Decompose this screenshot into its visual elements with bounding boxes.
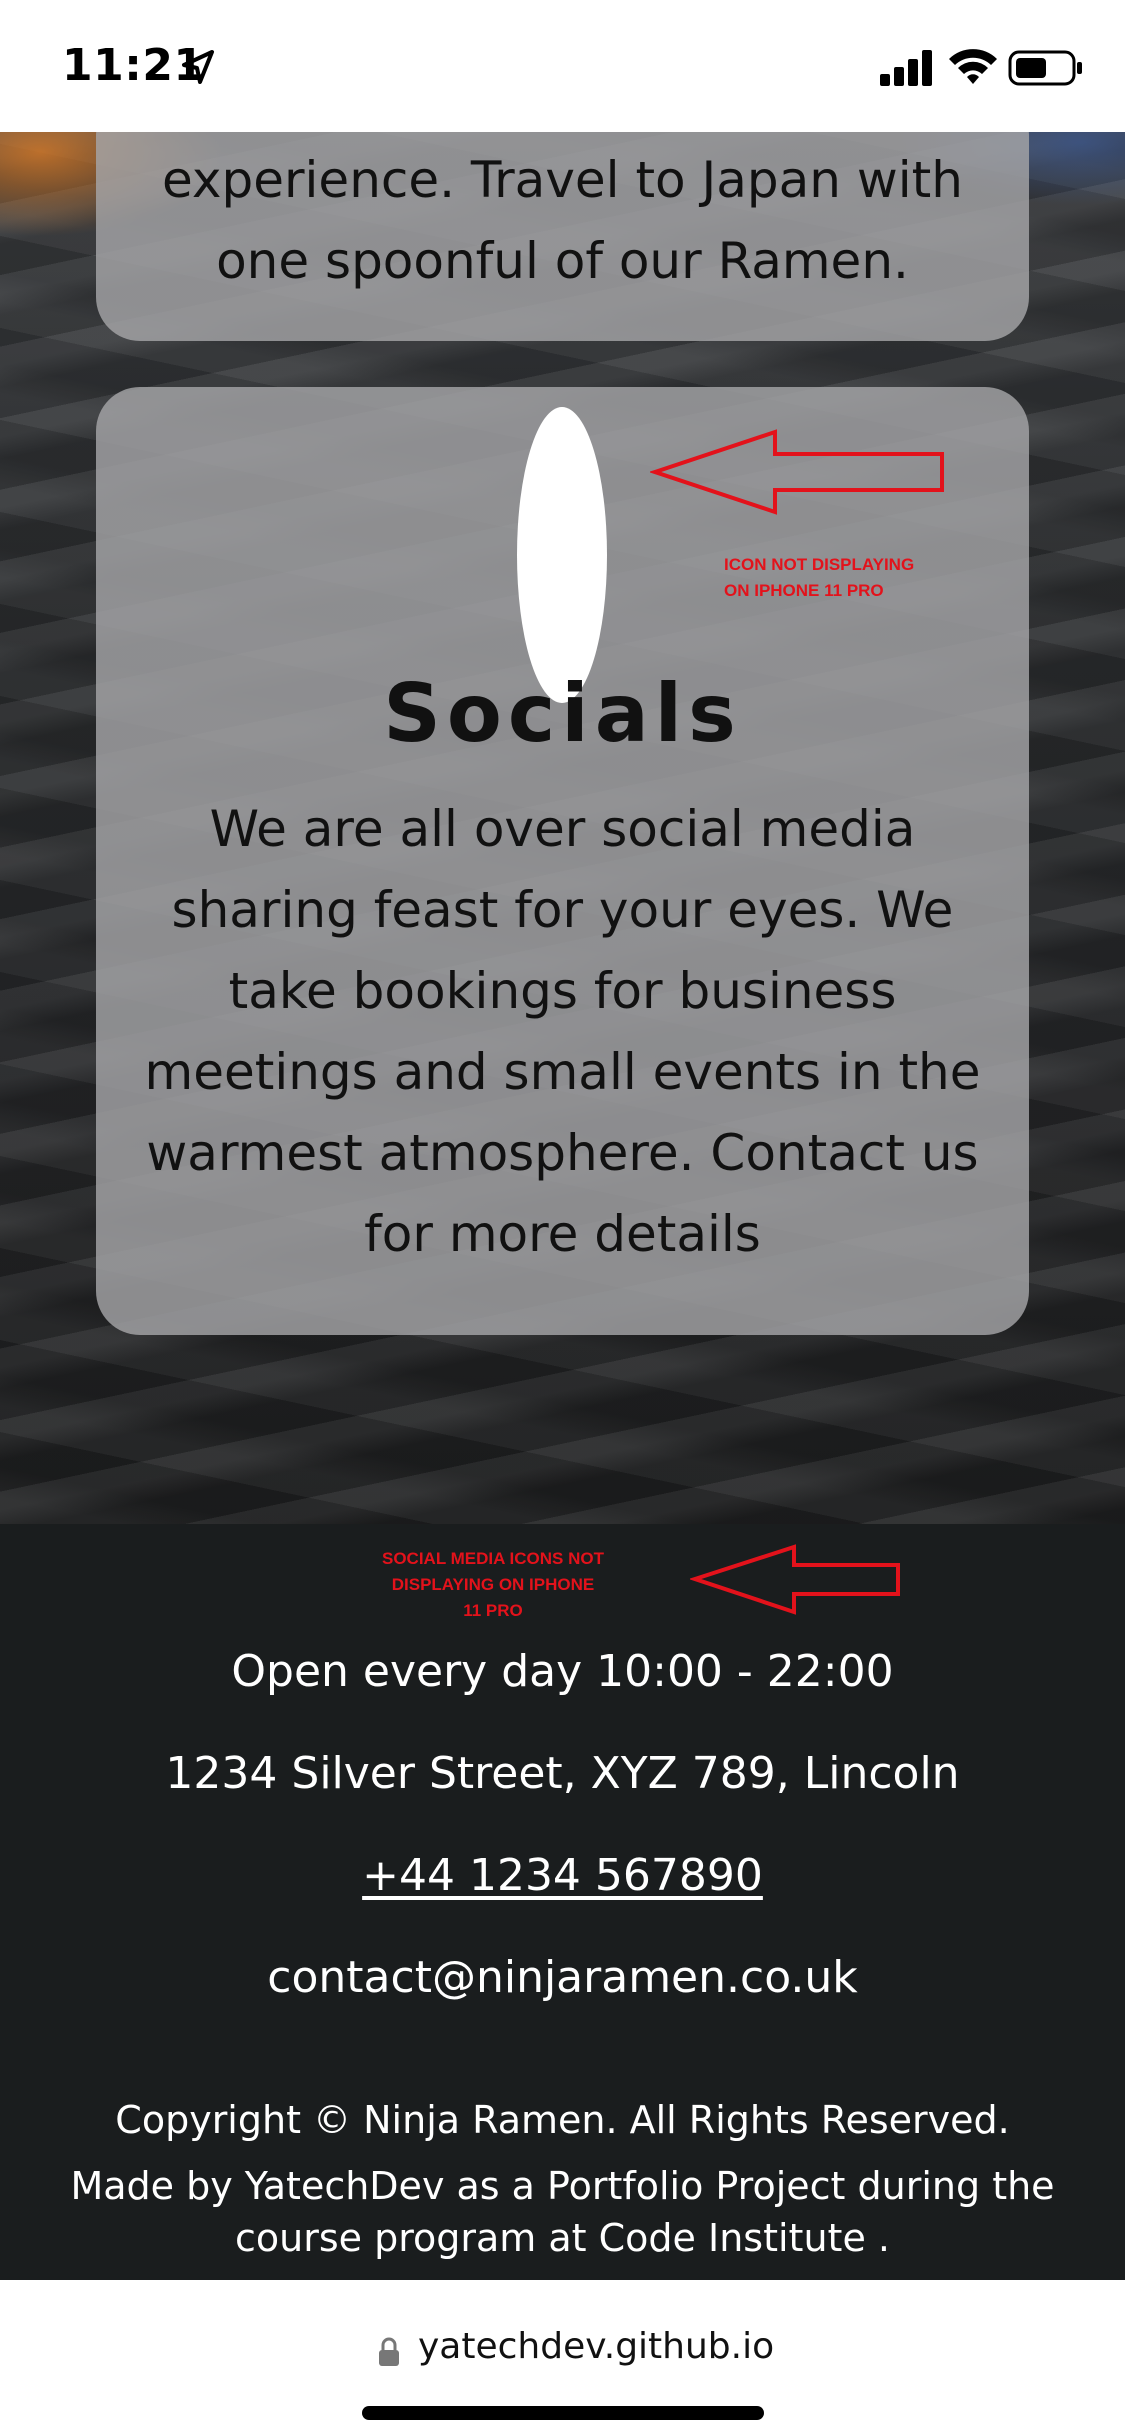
icon-annotation-note: ICON NOT DISPLAYING ON IPHONE 11 PRO [724,552,914,604]
footer: SOCIAL MEDIA ICONS NOT DISPLAYING ON IPH… [0,1524,1125,2280]
icon-annotation-line: ICON NOT DISPLAYING [724,555,915,574]
lock-icon [379,2337,399,2366]
url-text[interactable]: yatechdev.github.io [418,2326,774,2367]
social-annotation-line: SOCIAL MEDIA ICONS NOT [382,1549,604,1568]
status-bar: 11:21 [0,0,1125,132]
copyright: Copyright © Ninja Ramen. All Rights Rese… [115,2098,1010,2142]
home-indicator[interactable] [362,2406,764,2420]
social-annotation-line: 11 PRO [463,1601,523,1620]
phone-line: +44 1234 567890 [0,1850,1125,1901]
email-link[interactable]: contact@ninjaramen.co.uk [0,1952,1125,2003]
socials-text: We are all over social media sharing fea… [144,800,981,1263]
intro-card: experience. Travel to Japan with one spo… [96,132,1029,341]
browser-url-bar[interactable]: yatechdev.github.io [0,2280,1125,2436]
hero-background: experience. Travel to Japan with one spo… [0,132,1125,1524]
cellular-signal-icon [880,50,932,86]
social-media-icon [517,407,607,703]
intro-text: experience. Travel to Japan with one spo… [162,151,963,290]
address: 1234 Silver Street, XYZ 789, Lincoln [165,1748,960,1799]
phone-link[interactable]: +44 1234 567890 [362,1850,763,1901]
social-annotation-line: DISPLAYING ON IPHONE [391,1575,595,1594]
location-arrow-icon [182,50,214,84]
battery-icon [1008,50,1082,86]
socials-title: Socials [383,667,742,760]
opening-hours: Open every day 10:00 - 22:00 [231,1646,894,1697]
social-icons-annotation-note: SOCIAL MEDIA ICONS NOT DISPLAYING ON IPH… [382,1546,604,1624]
annotation-arrow-icon [690,1544,900,1615]
annotation-arrow-icon [650,429,944,515]
made-by-credit: Made by YatechDev as a Portfolio Project… [70,2164,1055,2260]
icon-annotation-line: ON IPHONE 11 PRO [724,581,884,600]
wifi-icon [949,49,997,84]
socials-card: Socials We are all over social media sha… [96,387,1029,1335]
